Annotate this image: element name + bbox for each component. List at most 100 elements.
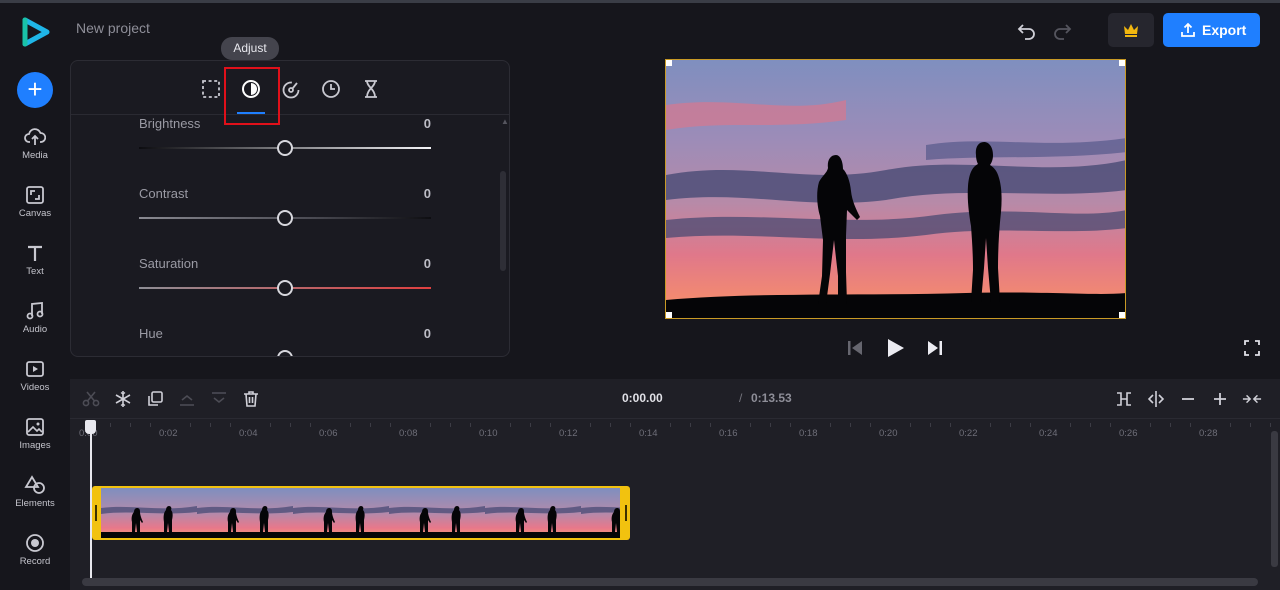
sidebar-item-images[interactable]: Images [0, 417, 70, 467]
ruler-minor-tick [990, 423, 991, 427]
trash-icon[interactable] [241, 389, 261, 409]
ruler-minor-tick [1170, 423, 1171, 427]
adjust-value: 0 [423, 326, 431, 341]
sidebar-item-videos[interactable]: Videos [0, 359, 70, 409]
resize-handle[interactable] [1119, 312, 1125, 318]
sidebar-item-label: Elements [15, 498, 55, 509]
scissors-icon[interactable] [81, 389, 101, 409]
app-logo-icon[interactable] [20, 17, 50, 47]
ruler-minor-tick [1150, 423, 1151, 427]
export-label: Export [1202, 22, 1247, 38]
timeline-toolbar: 0:00.00 / 0:13.53 [70, 379, 1280, 419]
ruler-minor-tick [790, 423, 791, 427]
sidebar-item-media[interactable]: Media [0, 127, 70, 177]
ruler-tick-label: 0:10 [479, 428, 498, 439]
image-icon [26, 418, 44, 436]
video-play-icon [26, 361, 44, 377]
fit-timeline-icon[interactable] [1114, 389, 1134, 409]
zoom-in-icon[interactable] [1210, 389, 1230, 409]
ruler-minor-tick [1070, 423, 1071, 427]
ruler-minor-tick [950, 423, 951, 427]
adjust-label: Contrast [139, 186, 189, 201]
ruler-minor-tick [750, 423, 751, 427]
duplicate-icon[interactable] [145, 389, 165, 409]
ruler-minor-tick [670, 423, 671, 427]
speed-icon[interactable] [279, 77, 303, 101]
adjust-label: Saturation [139, 256, 199, 271]
saturation-slider-knob[interactable] [277, 280, 293, 296]
hue-slider-knob[interactable] [277, 350, 293, 356]
ruler-tick-label: 0:22 [959, 428, 978, 439]
ruler-minor-tick [910, 423, 911, 427]
resize-handle[interactable] [1119, 60, 1125, 66]
undo-icon[interactable] [1016, 20, 1038, 42]
sidebar-item-text[interactable]: Text [0, 243, 70, 293]
tooltip: Adjust [221, 37, 279, 60]
panel-scrollbar[interactable] [500, 171, 506, 271]
adjust-label: Hue [139, 326, 163, 341]
project-name[interactable]: New project [76, 20, 150, 36]
play-icon[interactable] [884, 337, 906, 359]
cloud-upload-icon [24, 128, 46, 145]
ruler-minor-tick [1190, 423, 1191, 427]
thumbnail-strip-image [101, 488, 620, 538]
ruler-minor-tick [610, 423, 611, 427]
adjust-label: Brightness [139, 116, 201, 131]
ruler-minor-tick [450, 423, 451, 427]
move-up-icon[interactable] [177, 389, 197, 409]
scroll-up-icon[interactable]: ▲ [501, 117, 509, 126]
ruler-tick-label: 0:24 [1039, 428, 1058, 439]
clip-thumbnails [101, 488, 620, 538]
brightness-slider-knob[interactable] [277, 140, 293, 156]
sidebar-item-canvas[interactable]: Canvas [0, 185, 70, 235]
ruler-minor-tick [850, 423, 851, 427]
ruler-minor-tick [630, 423, 631, 427]
upload-icon [1181, 22, 1195, 37]
total-time: 0:13.53 [751, 391, 792, 405]
premium-button[interactable] [1108, 13, 1154, 47]
collapse-icon[interactable] [1242, 389, 1262, 409]
ruler-minor-tick [1270, 423, 1271, 427]
clip-trim-handle-left[interactable] [95, 505, 97, 521]
fullscreen-icon[interactable] [1242, 338, 1262, 358]
zoom-out-icon[interactable] [1178, 389, 1198, 409]
sidebar-item-record[interactable]: Record [0, 533, 70, 583]
clip-trim-handle-right[interactable] [625, 505, 627, 521]
record-icon [26, 534, 44, 552]
add-button[interactable]: + [17, 72, 53, 108]
ruler-minor-tick [370, 423, 371, 427]
resize-handle[interactable] [666, 60, 672, 66]
ruler-tick-label: 0:26 [1119, 428, 1138, 439]
crop-icon[interactable] [199, 77, 223, 101]
sunset-silhouette-image [666, 60, 1125, 318]
timeline-horizontal-scrollbar[interactable] [82, 578, 1258, 586]
timeline-vertical-scrollbar[interactable] [1271, 431, 1278, 567]
move-down-icon[interactable] [209, 389, 229, 409]
ruler-tick-label: 0:14 [639, 428, 658, 439]
sidebar-item-audio[interactable]: Audio [0, 301, 70, 351]
ruler-minor-tick [390, 423, 391, 427]
ruler-tick-label: 0:20 [879, 428, 898, 439]
ruler-minor-tick [150, 423, 151, 427]
ruler-tick-label: 0:12 [559, 428, 578, 439]
playhead-handle[interactable] [85, 420, 96, 434]
video-clip[interactable] [92, 486, 630, 540]
split-view-icon[interactable] [1146, 389, 1166, 409]
skip-forward-icon[interactable] [924, 337, 946, 359]
sidebar-item-elements[interactable]: Elements [0, 475, 70, 525]
resize-handle[interactable] [666, 312, 672, 318]
hourglass-icon[interactable] [359, 77, 383, 101]
video-preview[interactable] [665, 59, 1126, 319]
redo-icon[interactable] [1051, 20, 1073, 42]
skip-back-icon[interactable] [844, 337, 866, 359]
canvas-resize-icon [26, 186, 44, 204]
freeze-icon[interactable] [113, 389, 133, 409]
sidebar: + Media Canvas Text Audio Videos Images … [0, 3, 70, 590]
ruler-minor-tick [870, 423, 871, 427]
contrast-slider-knob[interactable] [277, 210, 293, 226]
export-button[interactable]: Export [1163, 13, 1260, 47]
clock-icon[interactable] [319, 77, 343, 101]
ruler-minor-tick [290, 423, 291, 427]
adjust-value: 0 [423, 186, 431, 201]
ruler-minor-tick [430, 423, 431, 427]
